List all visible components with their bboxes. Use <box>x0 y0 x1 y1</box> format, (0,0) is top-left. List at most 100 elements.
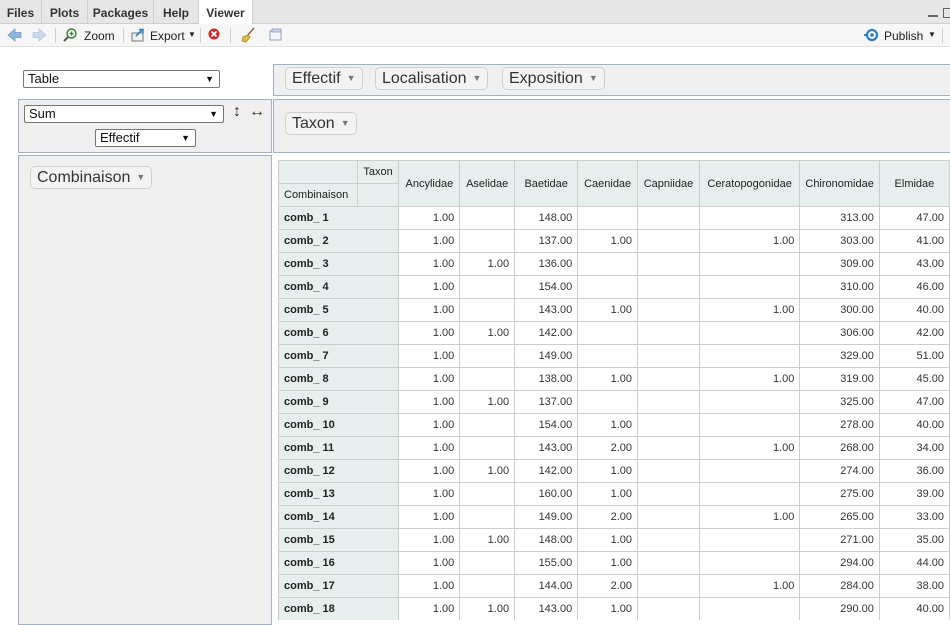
row-label[interactable]: comb_ 4 <box>278 275 400 299</box>
table-cell[interactable]: 136.00 <box>514 252 579 276</box>
table-cell[interactable]: 2.00 <box>577 574 639 598</box>
table-cell[interactable]: 1.00 <box>698 367 801 391</box>
export-icon[interactable] <box>130 27 147 43</box>
table-cell[interactable]: 1.00 <box>698 229 801 253</box>
table-cell[interactable]: 143.00 <box>514 436 579 460</box>
show-in-window-icon[interactable] <box>267 27 284 43</box>
table-cell[interactable]: 1.00 <box>398 390 461 414</box>
maximize-pane-icon[interactable] <box>943 8 950 18</box>
table-cell[interactable]: 45.00 <box>878 367 950 391</box>
table-cell[interactable]: 268.00 <box>799 436 880 460</box>
col-header-elmidae[interactable]: Elmidae <box>878 160 950 207</box>
table-cell[interactable] <box>637 482 700 506</box>
col-header-capniidae[interactable]: Capniidae <box>637 160 700 207</box>
table-cell[interactable]: 44.00 <box>878 551 950 575</box>
table-cell[interactable]: 1.00 <box>459 459 516 483</box>
field-pill-localisation[interactable]: Localisation ▼ <box>375 67 489 90</box>
table-cell[interactable]: 274.00 <box>799 459 880 483</box>
row-label[interactable]: comb_ 1 <box>278 206 400 230</box>
table-cell[interactable] <box>698 551 801 575</box>
table-cell[interactable] <box>698 321 801 345</box>
table-cell[interactable]: 1.00 <box>459 252 516 276</box>
table-cell[interactable] <box>698 528 801 552</box>
table-cell[interactable] <box>698 206 801 230</box>
table-cell[interactable]: 137.00 <box>514 390 579 414</box>
table-cell[interactable]: 51.00 <box>878 344 950 368</box>
table-cell[interactable]: 1.00 <box>577 367 639 391</box>
table-cell[interactable]: 1.00 <box>698 505 801 529</box>
table-cell[interactable]: 306.00 <box>799 321 880 345</box>
triangle-down-icon[interactable]: ▼ <box>347 73 356 83</box>
table-cell[interactable]: 309.00 <box>799 252 880 276</box>
row-label[interactable]: comb_ 7 <box>278 344 400 368</box>
col-header-ancylidae[interactable]: Ancylidae <box>398 160 461 207</box>
row-label[interactable]: comb_ 9 <box>278 390 400 414</box>
export-button[interactable]: Export <box>150 29 185 43</box>
table-cell[interactable] <box>637 298 700 322</box>
table-cell[interactable]: 43.00 <box>878 252 950 276</box>
field-pill-combinaison[interactable]: Combinaison ▼ <box>30 166 153 189</box>
table-cell[interactable]: 1.00 <box>398 413 461 437</box>
table-cell[interactable] <box>637 252 700 276</box>
table-cell[interactable] <box>459 229 516 253</box>
table-cell[interactable]: 290.00 <box>799 597 880 620</box>
table-cell[interactable] <box>459 367 516 391</box>
table-cell[interactable]: 1.00 <box>459 390 516 414</box>
table-cell[interactable] <box>577 390 639 414</box>
table-cell[interactable]: 144.00 <box>514 574 579 598</box>
sort-cols-icon[interactable]: ↔ <box>249 103 265 121</box>
table-cell[interactable]: 148.00 <box>514 528 579 552</box>
table-cell[interactable]: 160.00 <box>514 482 579 506</box>
table-cell[interactable] <box>459 206 516 230</box>
table-cell[interactable]: 1.00 <box>398 367 461 391</box>
table-cell[interactable] <box>459 551 516 575</box>
table-cell[interactable]: 300.00 <box>799 298 880 322</box>
table-cell[interactable]: 1.00 <box>459 597 516 620</box>
table-cell[interactable] <box>459 275 516 299</box>
table-cell[interactable]: 155.00 <box>514 551 579 575</box>
table-cell[interactable] <box>459 344 516 368</box>
table-cell[interactable]: 1.00 <box>398 436 461 460</box>
table-cell[interactable]: 325.00 <box>799 390 880 414</box>
table-cell[interactable]: 1.00 <box>577 482 639 506</box>
table-cell[interactable]: 1.00 <box>577 459 639 483</box>
row-label[interactable]: comb_ 15 <box>278 528 400 552</box>
table-cell[interactable]: 47.00 <box>878 390 950 414</box>
tab-files[interactable]: Files <box>0 0 42 24</box>
table-cell[interactable] <box>698 390 801 414</box>
table-cell[interactable]: 40.00 <box>878 298 950 322</box>
table-cell[interactable]: 42.00 <box>878 321 950 345</box>
table-cell[interactable]: 148.00 <box>514 206 579 230</box>
table-cell[interactable]: 1.00 <box>398 574 461 598</box>
table-cell[interactable]: 149.00 <box>514 505 579 529</box>
table-cell[interactable]: 284.00 <box>799 574 880 598</box>
table-cell[interactable]: 46.00 <box>878 275 950 299</box>
triangle-down-icon[interactable]: ▼ <box>136 172 145 182</box>
tab-plots[interactable]: Plots <box>42 0 88 24</box>
row-label[interactable]: comb_ 13 <box>278 482 400 506</box>
tab-viewer[interactable]: Viewer <box>199 0 253 25</box>
triangle-down-icon[interactable]: ▼ <box>473 73 482 83</box>
table-cell[interactable] <box>637 206 700 230</box>
table-cell[interactable]: 143.00 <box>514 597 579 620</box>
aggregator-select[interactable]: Sum ▼ <box>24 105 224 123</box>
table-cell[interactable]: 1.00 <box>398 298 461 322</box>
table-cell[interactable] <box>637 597 700 620</box>
table-cell[interactable]: 1.00 <box>577 229 639 253</box>
table-cell[interactable] <box>637 321 700 345</box>
zoom-icon[interactable] <box>62 27 79 43</box>
table-cell[interactable] <box>459 482 516 506</box>
table-cell[interactable] <box>637 367 700 391</box>
table-cell[interactable] <box>459 413 516 437</box>
table-cell[interactable] <box>577 321 639 345</box>
table-cell[interactable]: 278.00 <box>799 413 880 437</box>
table-cell[interactable]: 154.00 <box>514 275 579 299</box>
table-cell[interactable]: 1.00 <box>698 436 801 460</box>
table-cell[interactable] <box>637 436 700 460</box>
col-header-aselidae[interactable]: Aselidae <box>459 160 516 207</box>
table-cell[interactable] <box>637 413 700 437</box>
table-cell[interactable]: 1.00 <box>459 321 516 345</box>
table-cell[interactable]: 1.00 <box>577 597 639 620</box>
publish-button[interactable]: Publish <box>884 29 923 43</box>
table-cell[interactable] <box>637 229 700 253</box>
